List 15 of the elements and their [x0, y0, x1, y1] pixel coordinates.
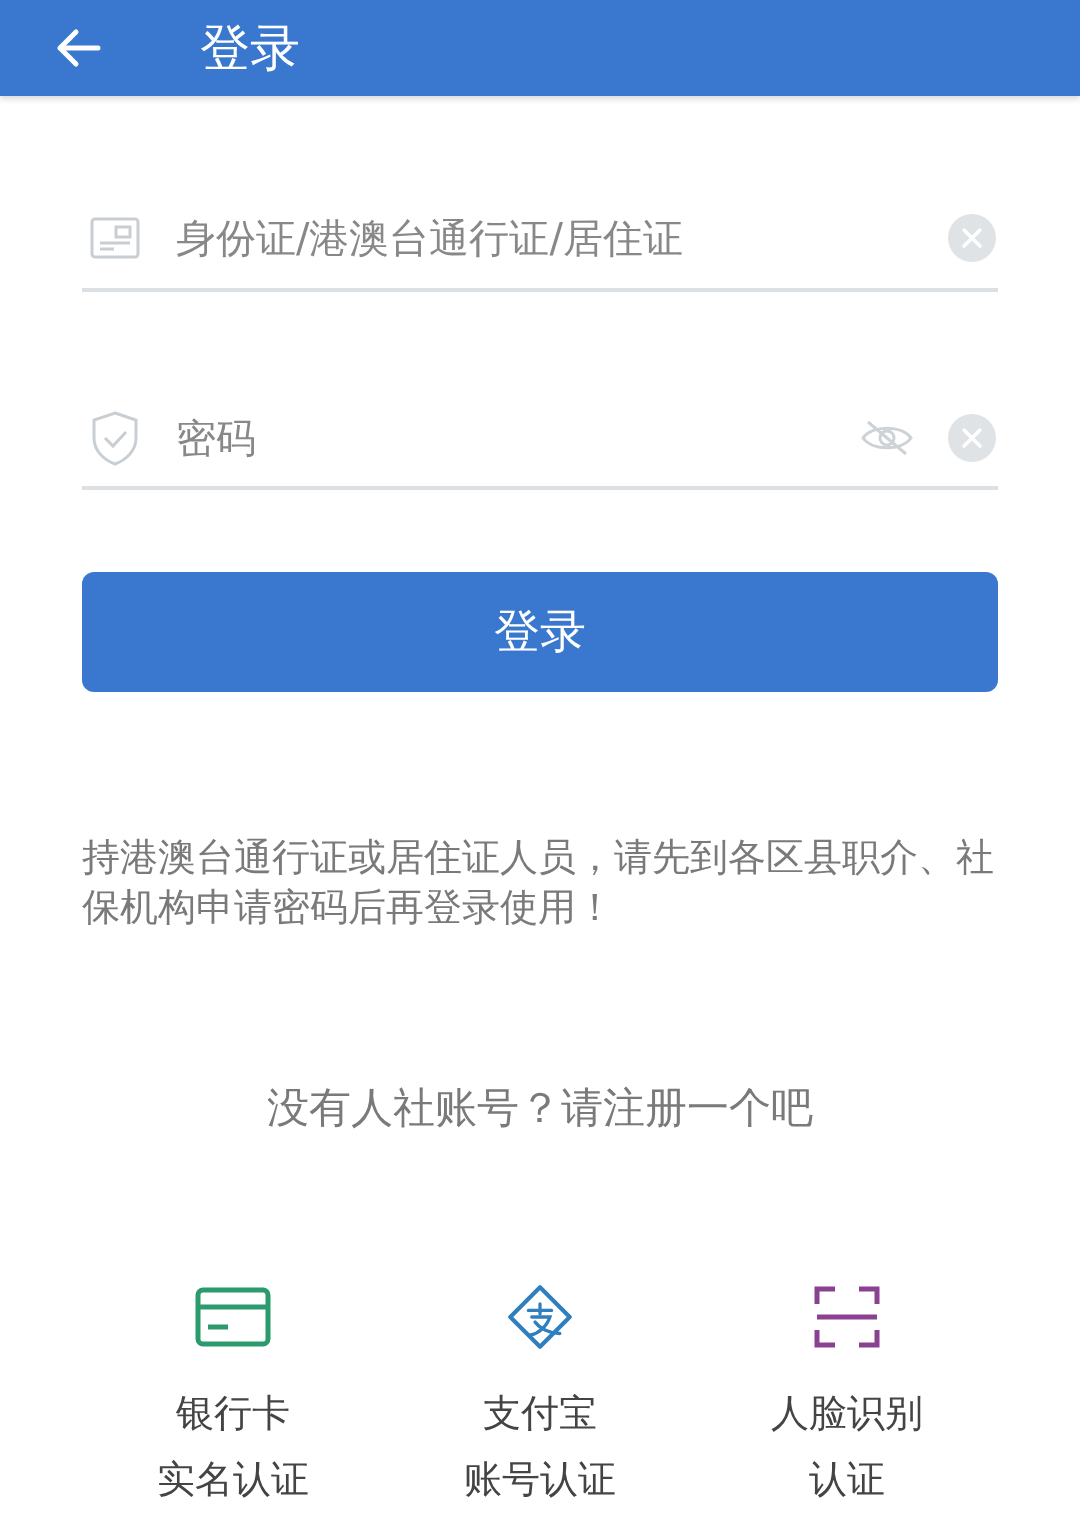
option-label[interactable]: 支付宝: [483, 1380, 597, 1446]
password-field[interactable]: 密码: [176, 408, 860, 468]
option-sublabel[interactable]: 认证: [808, 1446, 885, 1512]
option-label[interactable]: 银行卡: [176, 1380, 291, 1446]
option-label[interactable]: 人脸识别: [770, 1380, 923, 1446]
id-card-icon: [90, 217, 140, 259]
page-title: 登录: [200, 17, 300, 79]
register-link[interactable]: 没有人社账号？请注册一个吧: [267, 1080, 813, 1136]
option-sublabel[interactable]: 账号认证: [464, 1446, 616, 1512]
face-scan-icon[interactable]: [813, 1284, 880, 1350]
login-button[interactable]: 登录: [82, 572, 998, 692]
shield-check-icon: [90, 410, 140, 466]
account-field[interactable]: 身份证/港澳台通行证/居住证: [176, 208, 948, 268]
notice-text: 持港澳台通行证或居住证人员，请先到各区县职介、社保机构申请密码后再登录使用！: [82, 834, 995, 931]
option-sublabel[interactable]: 实名认证: [157, 1446, 310, 1512]
